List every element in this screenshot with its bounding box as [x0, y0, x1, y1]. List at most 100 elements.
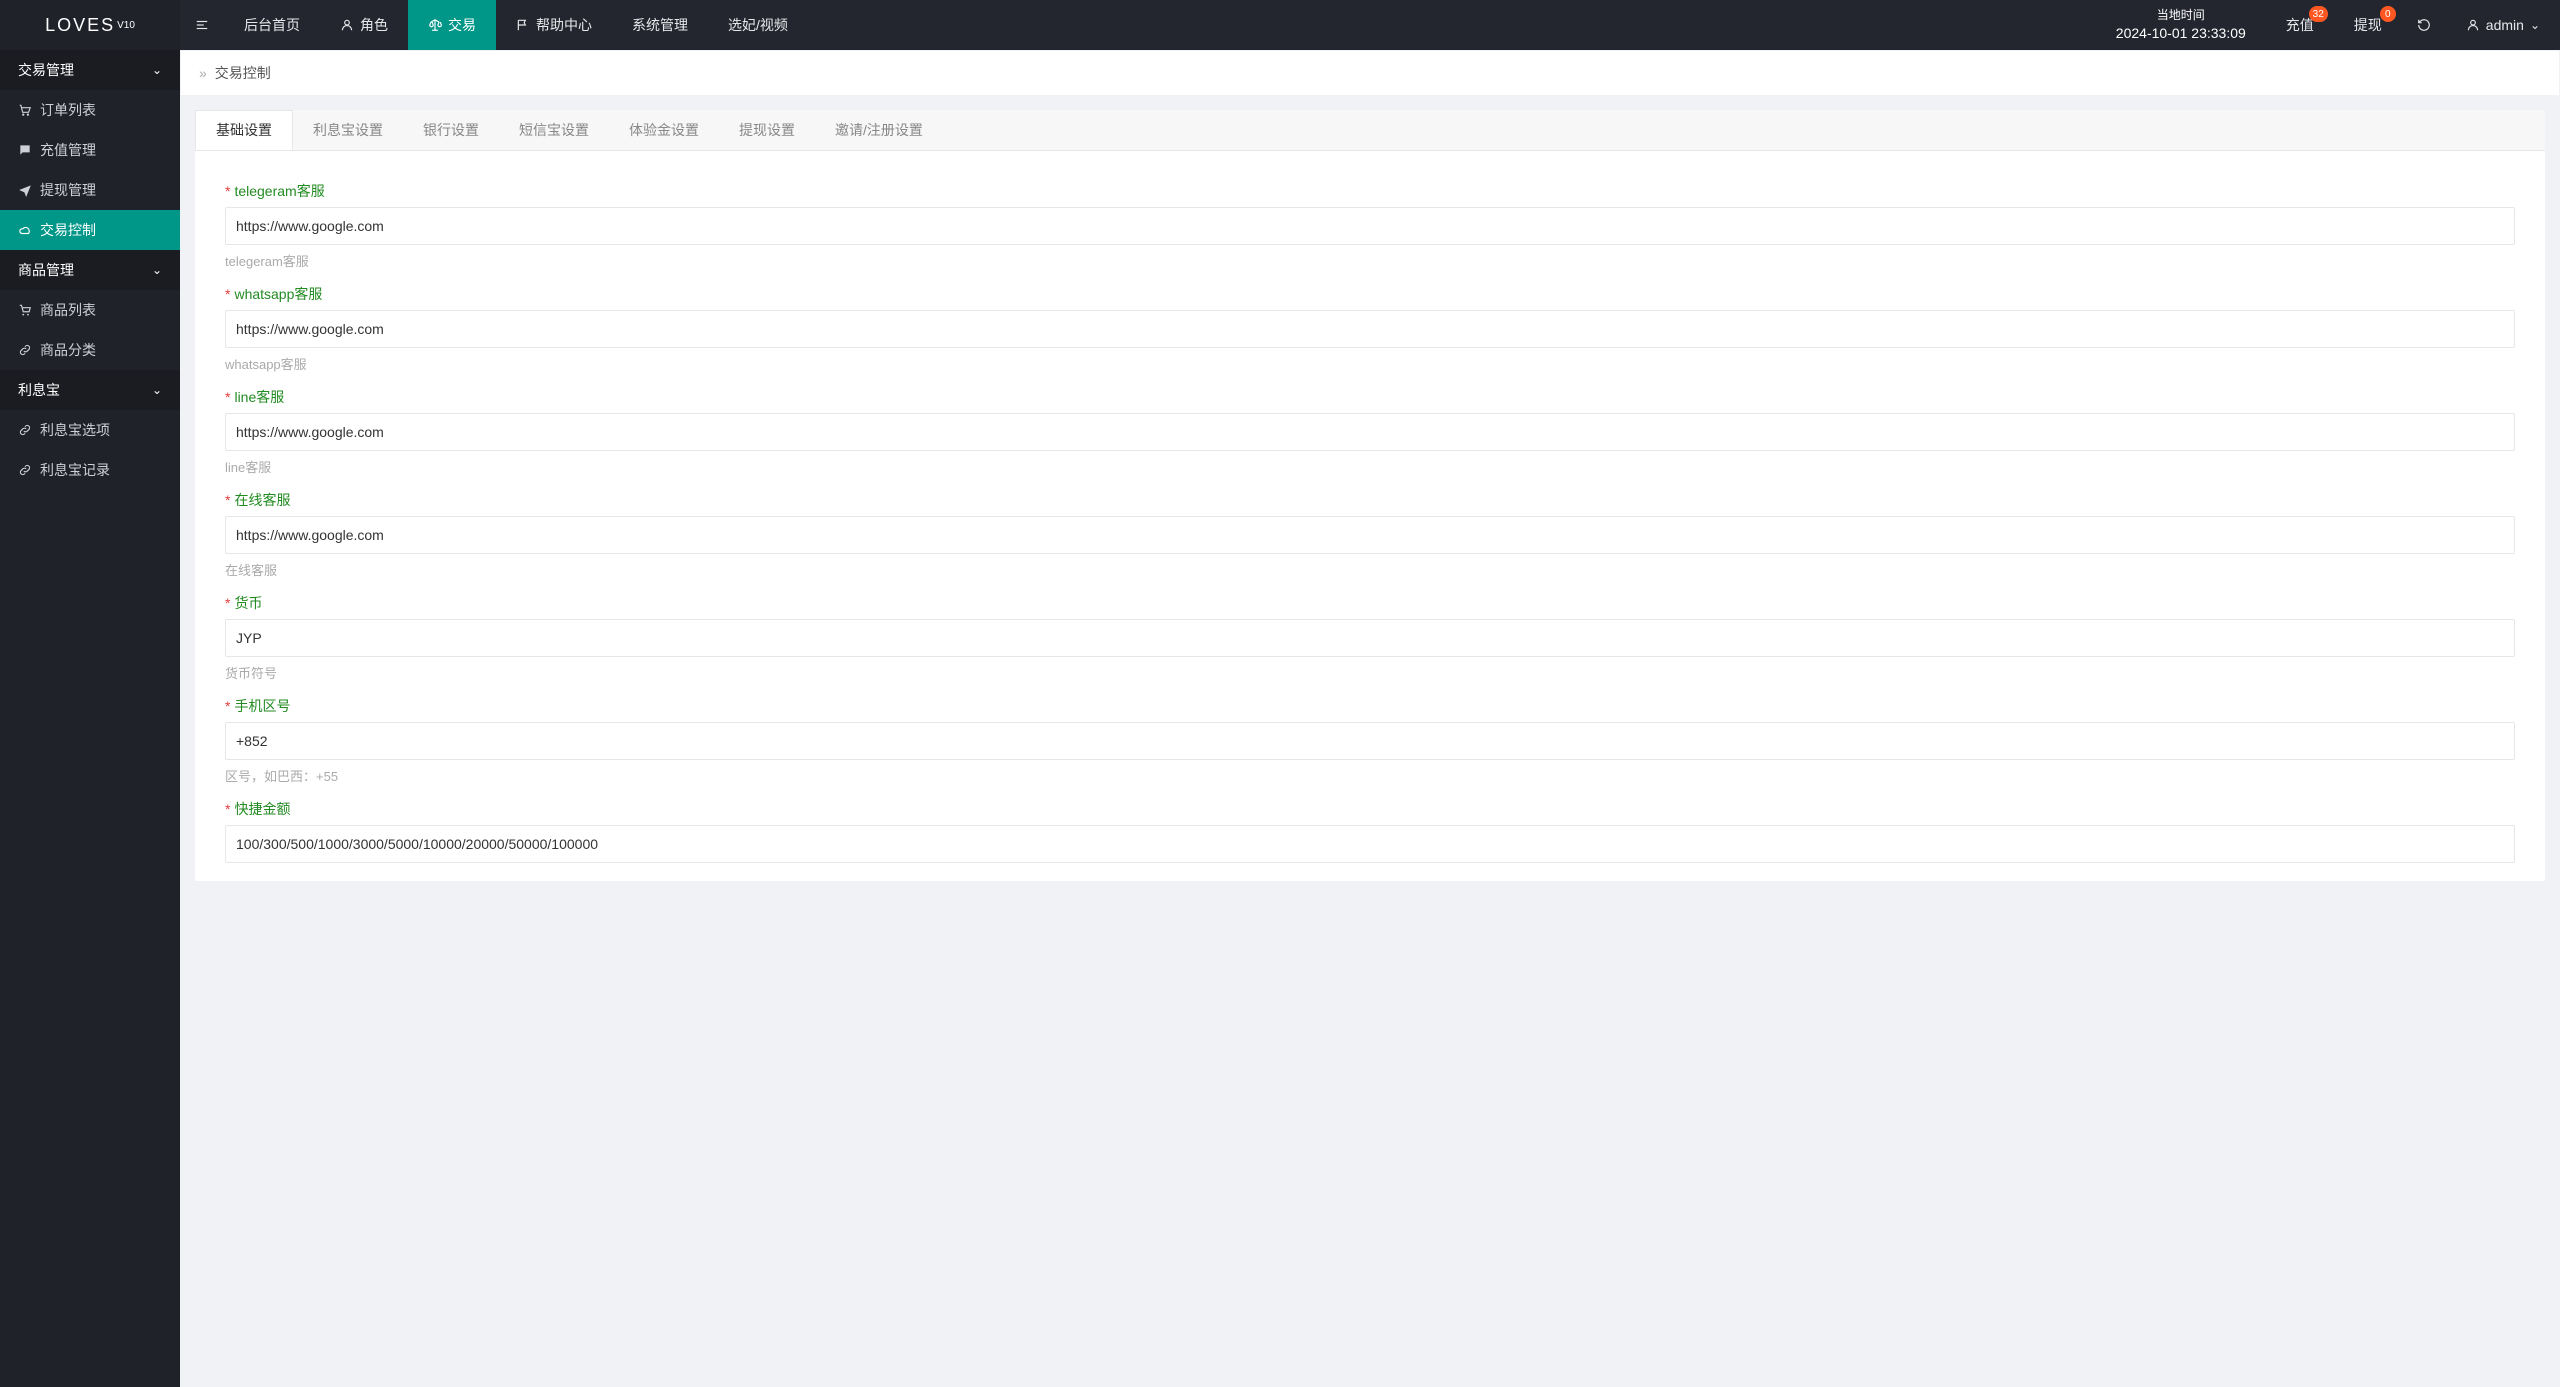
nav-video[interactable]: 选妃/视频	[708, 0, 808, 50]
sidebar-item-withdraw[interactable]: 提现管理	[0, 170, 180, 210]
sidebar-item-label: 商品列表	[40, 300, 96, 320]
nav-label: 选妃/视频	[728, 15, 788, 35]
form-help: 在线客服	[225, 560, 2515, 579]
time-label: 当地时间	[2157, 7, 2205, 24]
form-help: line客服	[225, 457, 2515, 476]
tab-invite-settings[interactable]: 邀请/注册设置	[815, 110, 943, 150]
form-help: telegeram客服	[225, 251, 2515, 270]
form-row-phone-code: *手机区号 区号，如巴西：+55	[225, 696, 2515, 785]
sidebar-item-orders[interactable]: 订单列表	[0, 90, 180, 130]
form-row-whatsapp: *whatsapp客服 whatsapp客服	[225, 284, 2515, 373]
form-label: *快捷金额	[225, 799, 2515, 819]
sidebar-item-goods-category[interactable]: 商品分类	[0, 330, 180, 370]
nav-system[interactable]: 系统管理	[612, 0, 708, 50]
form-row-line: *line客服 line客服	[225, 387, 2515, 476]
time-value: 2024-10-01 23:33:09	[2116, 24, 2246, 44]
breadcrumb-current: 交易控制	[215, 63, 271, 83]
breadcrumb-sep-icon: »	[199, 65, 207, 81]
sidebar-item-interest-options[interactable]: 利息宝选项	[0, 410, 180, 450]
link-icon	[18, 463, 32, 477]
refresh-icon	[2417, 18, 2431, 32]
tab-sms-settings[interactable]: 短信宝设置	[499, 110, 609, 150]
chevron-down-icon: ⌄	[2530, 18, 2540, 32]
brand-name: LOVES	[45, 15, 115, 36]
sidebar-item-goods-list[interactable]: 商品列表	[0, 290, 180, 330]
sidebar-item-trade-control[interactable]: 交易控制	[0, 210, 180, 250]
header-refresh[interactable]	[2402, 0, 2446, 50]
local-time: 当地时间 2024-10-01 23:33:09	[2096, 0, 2266, 50]
flag-icon	[516, 18, 530, 32]
sidebar-menu: 交易管理 ⌄ 订单列表 充值管理 提现管理 交易控制 商品管理	[0, 50, 180, 490]
header: 后台首页 角色 交易 帮助中心 系统管理 选妃/视频	[180, 0, 2560, 50]
nav-role[interactable]: 角色	[320, 0, 408, 50]
link-icon	[18, 423, 32, 437]
input-telegram[interactable]	[225, 207, 2515, 245]
form-help: 货币符号	[225, 663, 2515, 682]
label-text: 在线客服	[234, 492, 290, 508]
header-withdraw-label: 提现	[2354, 15, 2382, 35]
sidebar-group-label: 交易管理	[18, 60, 74, 80]
tabs: 基础设置 利息宝设置 银行设置 短信宝设置 体验金设置 提现设置 邀请/注册设置	[195, 110, 2545, 151]
header-withdraw[interactable]: 提现 0	[2334, 0, 2402, 50]
tab-trial-settings[interactable]: 体验金设置	[609, 110, 719, 150]
label-text: line客服	[234, 389, 284, 405]
input-online[interactable]	[225, 516, 2515, 554]
nav-label: 帮助中心	[536, 15, 592, 35]
scale-icon	[428, 18, 442, 32]
header-recharge[interactable]: 充值 32	[2266, 0, 2334, 50]
sidebar-item-label: 交易控制	[40, 220, 96, 240]
form-basic-settings: *telegeram客服 telegeram客服 *whatsapp客服 wha…	[195, 151, 2545, 881]
sidebar-item-interest-records[interactable]: 利息宝记录	[0, 450, 180, 490]
label-text: 手机区号	[234, 698, 290, 714]
nav-label: 系统管理	[632, 15, 688, 35]
form-label: *line客服	[225, 387, 2515, 407]
input-phone-code[interactable]	[225, 722, 2515, 760]
input-whatsapp[interactable]	[225, 310, 2515, 348]
chevron-down-icon: ⌄	[152, 63, 162, 77]
tab-bank-settings[interactable]: 银行设置	[403, 110, 499, 150]
sidebar-group-goods[interactable]: 商品管理 ⌄	[0, 250, 180, 290]
sidebar-item-label: 订单列表	[40, 100, 96, 120]
shop-icon	[18, 303, 32, 317]
input-currency[interactable]	[225, 619, 2515, 657]
menu-fold-icon	[195, 18, 209, 32]
recharge-badge: 32	[2309, 6, 2328, 22]
sidebar-item-label: 商品分类	[40, 340, 96, 360]
input-line[interactable]	[225, 413, 2515, 451]
label-text: 货币	[234, 595, 262, 611]
form-label: *whatsapp客服	[225, 284, 2515, 304]
withdraw-badge: 0	[2380, 6, 2396, 22]
nav-label: 角色	[360, 15, 388, 35]
sidebar-item-recharge[interactable]: 充值管理	[0, 130, 180, 170]
sidebar-toggle[interactable]	[180, 0, 224, 50]
form-row-currency: *货币 货币符号	[225, 593, 2515, 682]
sidebar: LOVESV10 交易管理 ⌄ 订单列表 充值管理 提现管理 交易控制	[0, 0, 180, 1387]
sidebar-item-label: 利息宝选项	[40, 420, 110, 440]
tab-interest-settings[interactable]: 利息宝设置	[293, 110, 403, 150]
sidebar-group-label: 商品管理	[18, 260, 74, 280]
header-username: admin	[2486, 17, 2524, 33]
nav-help[interactable]: 帮助中心	[496, 0, 612, 50]
nav-trade[interactable]: 交易	[408, 0, 496, 50]
cloud-icon	[18, 223, 32, 237]
cart-icon	[18, 103, 32, 117]
sidebar-item-label: 提现管理	[40, 180, 96, 200]
user-icon	[340, 18, 354, 32]
form-row-telegram: *telegeram客服 telegeram客服	[225, 181, 2515, 270]
nav-home[interactable]: 后台首页	[224, 0, 320, 50]
label-text: whatsapp客服	[234, 286, 322, 302]
brand-version: V10	[117, 20, 135, 31]
label-text: 快捷金额	[234, 801, 290, 817]
sidebar-group-trade[interactable]: 交易管理 ⌄	[0, 50, 180, 90]
tab-label: 提现设置	[739, 120, 795, 140]
tab-basic-settings[interactable]: 基础设置	[195, 110, 293, 150]
tab-withdraw-settings[interactable]: 提现设置	[719, 110, 815, 150]
nav-label: 交易	[448, 15, 476, 35]
form-label: *手机区号	[225, 696, 2515, 716]
sidebar-group-interest[interactable]: 利息宝 ⌄	[0, 370, 180, 410]
header-user[interactable]: admin ⌄	[2446, 0, 2560, 50]
form-help: whatsapp客服	[225, 354, 2515, 373]
tab-label: 基础设置	[216, 120, 272, 140]
content-panel: 基础设置 利息宝设置 银行设置 短信宝设置 体验金设置 提现设置 邀请/注册设置…	[195, 110, 2545, 881]
input-quick-amount[interactable]	[225, 825, 2515, 863]
